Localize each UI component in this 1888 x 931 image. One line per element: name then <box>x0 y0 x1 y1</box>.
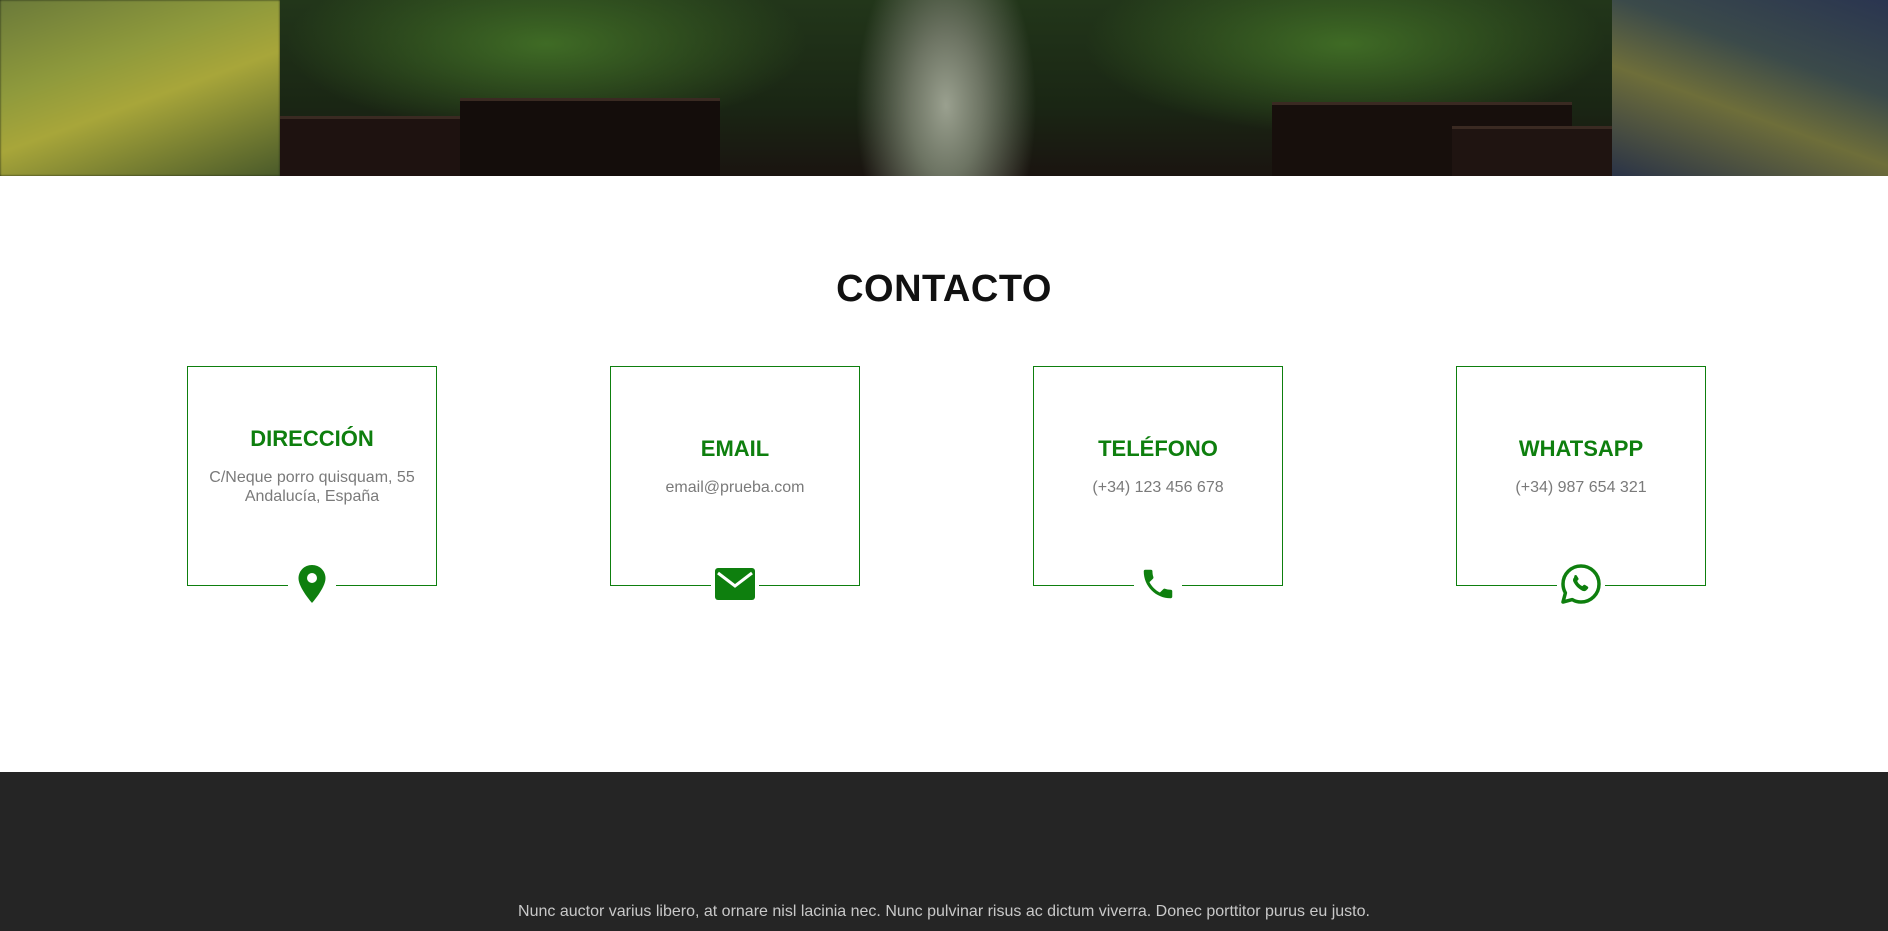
card-title: TELÉFONO <box>1098 435 1218 461</box>
hero-banner-image <box>0 0 1888 176</box>
contact-card-phone: TELÉFONO (+34) 123 456 678 <box>1033 366 1283 605</box>
card-title: WHATSAPP <box>1518 435 1644 461</box>
contact-card-address: DIRECCIÓN C/Neque porro quisquam, 55 And… <box>187 366 437 605</box>
card-title: EMAIL <box>700 435 770 461</box>
footer: Nunc auctor varius libero, at ornare nis… <box>0 772 1888 931</box>
address-line: C/Neque porro quisquam, 55 <box>209 469 415 486</box>
footer-text: Nunc auctor varius libero, at ornare nis… <box>518 903 1370 920</box>
contact-card-whatsapp: WHATSAPP (+34) 987 654 321 <box>1456 366 1706 605</box>
hero-garden-photo <box>280 0 1612 176</box>
contact-card-email: EMAIL email@prueba.com <box>610 366 860 605</box>
phone-icon <box>1134 563 1182 605</box>
phone-link[interactable]: (+34) 123 456 678 <box>1092 478 1223 497</box>
address-line: Andalucía, España <box>244 488 380 505</box>
planter-box <box>1452 126 1612 176</box>
email-link[interactable]: email@prueba.com <box>666 478 805 497</box>
whatsapp-icon <box>1557 563 1605 605</box>
envelope-icon <box>711 563 759 605</box>
card-text: C/Neque porro quisquam, 55 Andalucía, Es… <box>209 468 414 506</box>
map-pin-icon <box>288 563 336 605</box>
planter-box <box>460 98 720 176</box>
section-title: CONTACTO <box>836 268 1052 310</box>
card-title: DIRECCIÓN <box>250 426 374 451</box>
hero-blur-left <box>0 0 280 176</box>
whatsapp-link[interactable]: (+34) 987 654 321 <box>1515 478 1646 497</box>
hero-blur-right <box>1612 0 1888 176</box>
